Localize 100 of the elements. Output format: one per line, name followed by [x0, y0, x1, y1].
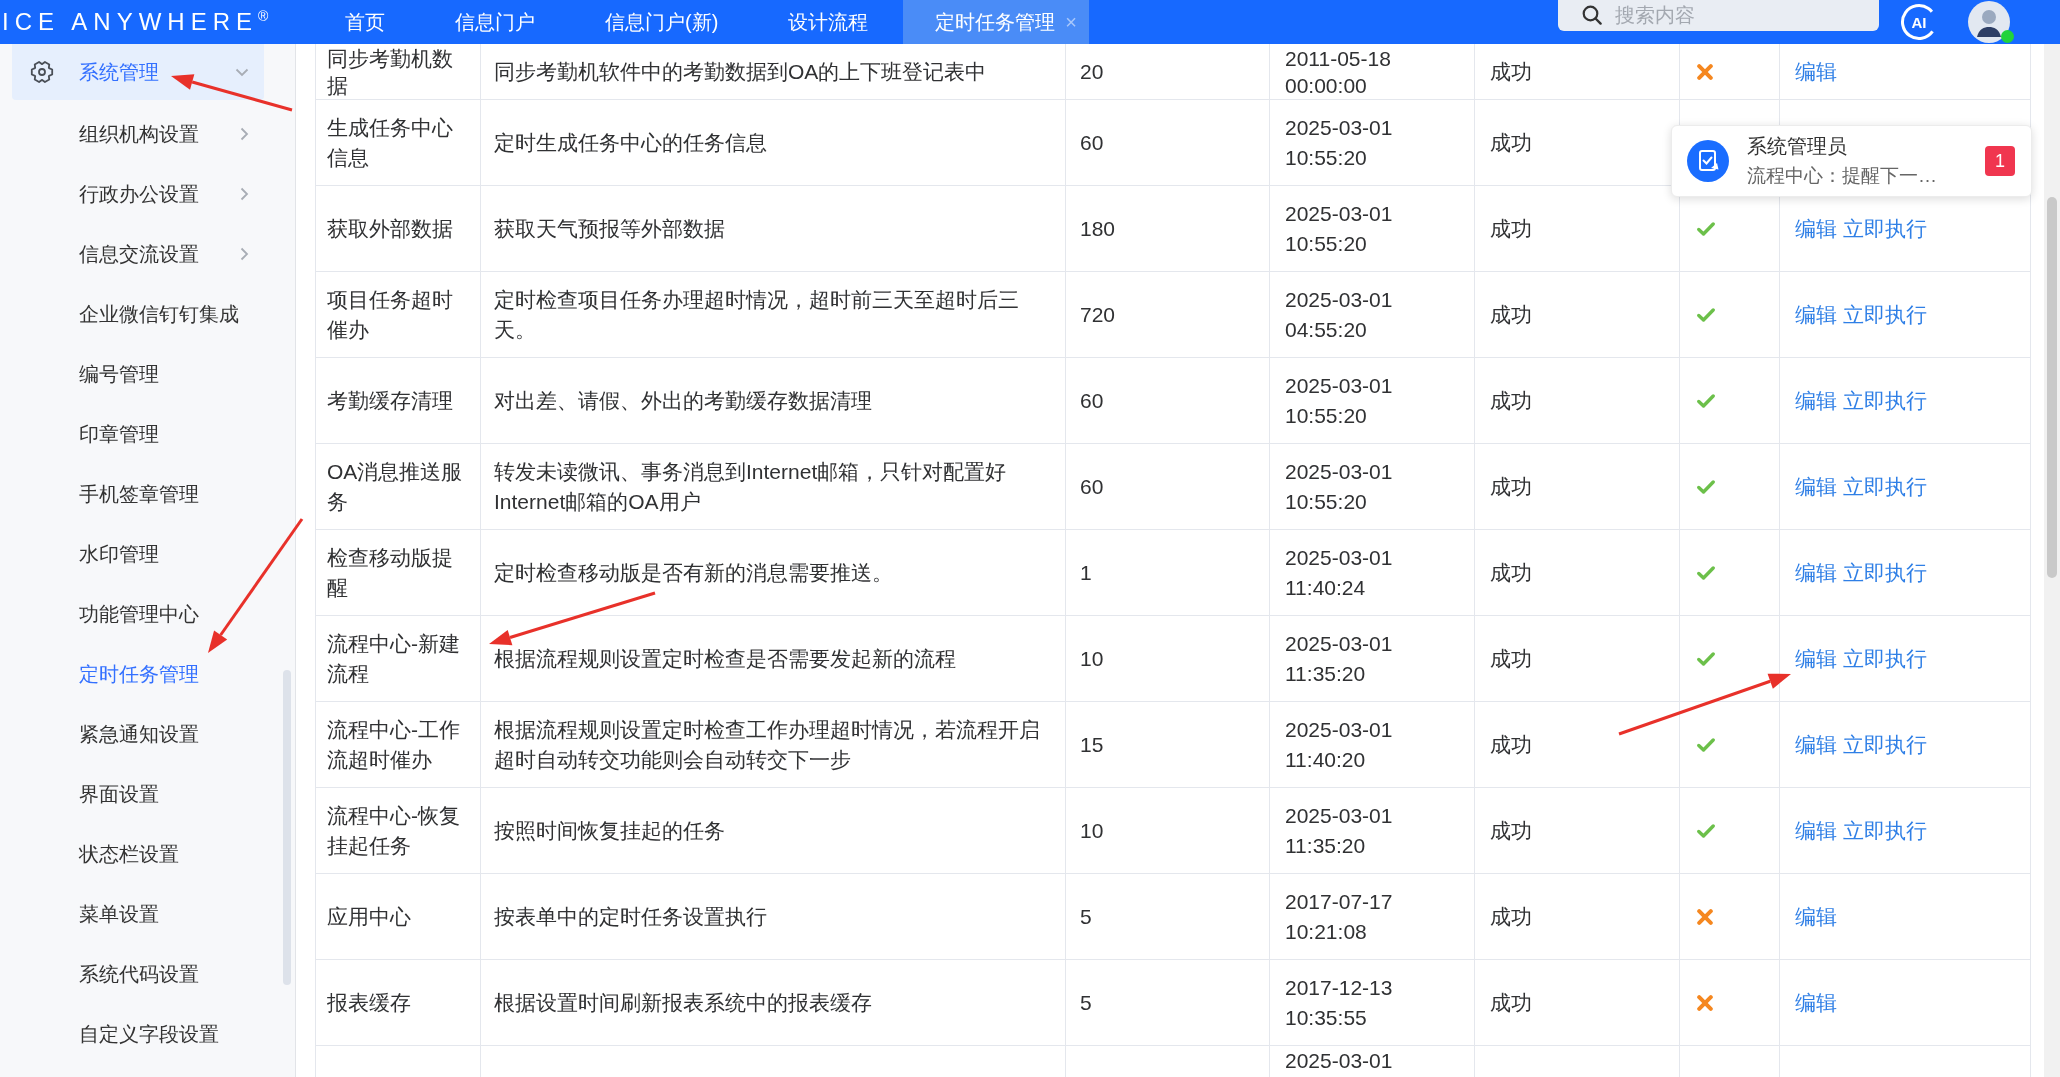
date-time: 2025-03-01: [1270, 1046, 1475, 1077]
nav-tab[interactable]: 信息门户(新): [570, 0, 754, 44]
task-name: 同步考勤机数据: [316, 44, 481, 99]
unread-count-badge: 1: [1985, 146, 2015, 176]
sidebar-item[interactable]: 编号管理: [0, 344, 295, 404]
sidebar-item[interactable]: 水印管理: [0, 524, 295, 584]
chevron-right-icon: [240, 187, 249, 201]
task-description: 按表单中的定时任务设置执行: [481, 874, 1066, 959]
sidebar-item[interactable]: 信息交流设置: [0, 224, 295, 284]
number-value: 720: [1066, 272, 1270, 357]
task-name: 报表缓存: [316, 960, 481, 1045]
number-value: 60: [1066, 358, 1270, 443]
task-description: 按照时间恢复挂起的任务: [481, 788, 1066, 873]
status-text: 成功: [1475, 874, 1680, 959]
sidebar-item[interactable]: 组织机构设置: [0, 104, 295, 164]
action-link[interactable]: 编辑: [1795, 471, 1837, 502]
sidebar-item[interactable]: 行政办公设置: [0, 164, 295, 224]
search-field[interactable]: 搜索内容: [1558, 0, 1879, 31]
action-link[interactable]: 立即执行: [1843, 643, 1927, 674]
task-description: 根据设置时间刷新报表系统中的报表缓存: [481, 960, 1066, 1045]
notification-title: 系统管理员: [1747, 134, 1848, 159]
nav-tab[interactable]: 首页: [310, 0, 420, 44]
status-text: 成功: [1475, 960, 1680, 1045]
action-link[interactable]: 编辑: [1795, 213, 1837, 244]
nav-tab[interactable]: 信息门户: [420, 0, 570, 44]
chevron-right-icon: [240, 247, 249, 261]
action-link[interactable]: 立即执行: [1843, 385, 1927, 416]
action-link[interactable]: 编辑: [1795, 299, 1837, 330]
date-time: 2025-03-01 04:55:20: [1270, 272, 1475, 357]
date-time: 2011-05-18 00:00:00: [1270, 44, 1475, 99]
task-description: 同步考勤机软件中的考勤数据到OA的上下班登记表中: [481, 44, 1066, 99]
sidebar-item[interactable]: 功能管理中心: [0, 584, 295, 644]
avatar-icon[interactable]: [1968, 1, 2010, 43]
status-text: 成功: [1475, 702, 1680, 787]
status-text: 成功: [1475, 272, 1680, 357]
task-name: 流程中心-新建流程: [316, 616, 481, 701]
task-description: 获取天气预报等外部数据: [481, 186, 1066, 271]
date-time: 2025-03-01 11:35:20: [1270, 788, 1475, 873]
number-value: 5: [1066, 874, 1270, 959]
action-link[interactable]: 编辑: [1795, 58, 1837, 85]
action-link[interactable]: 编辑: [1795, 901, 1837, 932]
action-link[interactable]: 编辑: [1795, 643, 1837, 674]
sidebar-item[interactable]: 定时任务管理: [0, 644, 295, 704]
task-name: 应用中心: [316, 874, 481, 959]
number-value: 15: [1066, 702, 1270, 787]
task-description: 定时检查移动版是否有新的消息需要推送。: [481, 530, 1066, 615]
notification-card[interactable]: 系统管理员 流程中心：提醒下一… 1: [1671, 125, 2032, 197]
action-link[interactable]: 立即执行: [1843, 557, 1927, 588]
action-link[interactable]: 编辑: [1795, 815, 1837, 846]
date-time: 2025-03-01 10:55:20: [1270, 358, 1475, 443]
sidebar-item[interactable]: 菜单设置: [0, 884, 295, 944]
task-name: OA消息推送服务: [316, 444, 481, 529]
sidebar-item[interactable]: 紧急通知设置: [0, 704, 295, 764]
date-time: 2025-03-01 11:35:20: [1270, 616, 1475, 701]
action-link[interactable]: 编辑: [1795, 729, 1837, 760]
sidebar-group-item[interactable]: 系统管理: [12, 44, 264, 100]
sidebar-item[interactable]: 自定义字段设置: [0, 1004, 295, 1064]
date-time: 2025-03-01 11:40:24: [1270, 530, 1475, 615]
scrollbar-thumb[interactable]: [283, 670, 291, 985]
action-link[interactable]: 立即执行: [1843, 213, 1927, 244]
sidebar-item[interactable]: 印章管理: [0, 404, 295, 464]
sidebar-item[interactable]: 状态栏设置: [0, 824, 295, 884]
number-value: 60: [1066, 100, 1270, 185]
task-description: 根据流程规则设置定时检查工作办理超时情况，若流程开启超时自动转交功能则会自动转交下一步: [481, 702, 1066, 787]
status-dot-icon: [2001, 30, 2014, 43]
task-name: 检查移动版提醒: [316, 530, 481, 615]
action-link[interactable]: 立即执行: [1843, 299, 1927, 330]
date-time: 2025-03-01 11:40:20: [1270, 702, 1475, 787]
status-text: 成功: [1475, 358, 1680, 443]
task-description: 定时生成任务中心的任务信息: [481, 100, 1066, 185]
status-text: 成功: [1475, 616, 1680, 701]
sidebar-item[interactable]: 手机签章管理: [0, 464, 295, 524]
action-link[interactable]: 编辑: [1795, 385, 1837, 416]
search-icon: [1582, 5, 1602, 25]
status-text: 成功: [1475, 44, 1680, 99]
notification-message: 流程中心：提醒下一…: [1747, 164, 1937, 188]
action-link[interactable]: 立即执行: [1843, 729, 1927, 760]
status-text: 成功: [1475, 530, 1680, 615]
action-link[interactable]: 编辑: [1795, 987, 1837, 1018]
status-text: 成功: [1475, 444, 1680, 529]
scrollbar-thumb[interactable]: [2047, 197, 2057, 578]
number-value: 60: [1066, 444, 1270, 529]
action-link[interactable]: 立即执行: [1843, 471, 1927, 502]
date-time: 2025-03-01 10:55:20: [1270, 444, 1475, 529]
status-text: 成功: [1475, 788, 1680, 873]
action-link[interactable]: 立即执行: [1843, 815, 1927, 846]
chevron-right-icon: [240, 127, 249, 141]
date-time: 2017-07-17 10:21:08: [1270, 874, 1475, 959]
task-name: 项目任务超时催办: [316, 272, 481, 357]
sidebar-item[interactable]: 界面设置: [0, 764, 295, 824]
document-check-icon: [1687, 140, 1729, 182]
task-name: 流程中心-恢复挂起任务: [316, 788, 481, 873]
sidebar-item[interactable]: 企业微信钉钉集成: [0, 284, 295, 344]
sidebar-item[interactable]: 系统代码设置: [0, 944, 295, 1004]
ai-button[interactable]: AI: [1900, 3, 1938, 41]
action-link[interactable]: 编辑: [1795, 557, 1837, 588]
nav-tab[interactable]: 设计流程: [753, 0, 904, 44]
number-value: 20: [1066, 44, 1270, 99]
nav-tab[interactable]: 定时任务管理 ×: [903, 0, 1089, 44]
number-value: 10: [1066, 788, 1270, 873]
